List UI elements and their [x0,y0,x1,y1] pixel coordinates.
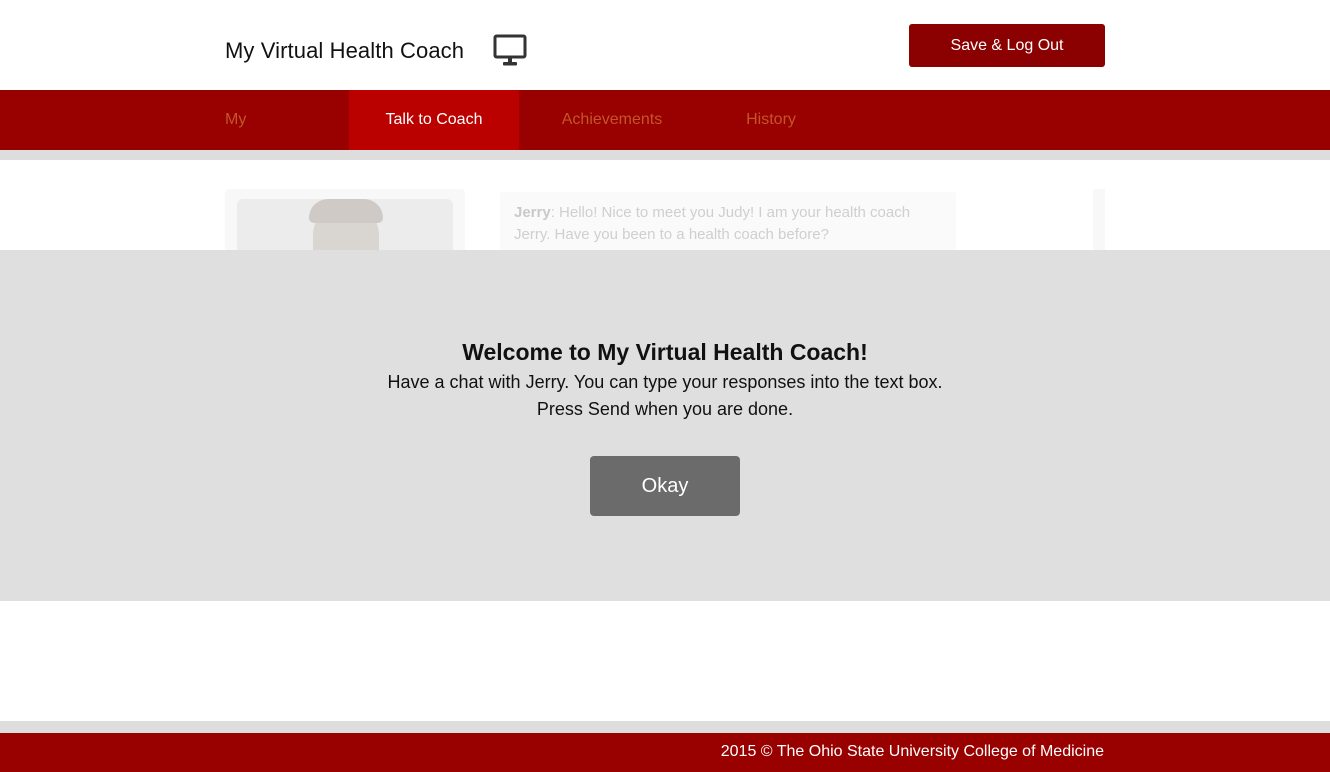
header: My Virtual Health Coach Save & Log Out [0,0,1330,90]
avatar-hair [309,199,383,223]
coach-card [225,189,465,259]
monitor-icon [493,34,527,66]
side-panel [1093,189,1105,259]
copyright-text: 2015 © The Ohio State University College… [720,743,1104,760]
chat-message: Jerry: Hello! Nice to meet you Judy! I a… [500,192,956,250]
modal-text-line-2: Press Send when you are done. [536,399,794,419]
tab-history[interactable]: History [740,90,802,150]
chat-speaker: Jerry [514,204,551,221]
app-title: My Virtual Health Coach [225,38,465,63]
nav-divider [0,150,1330,160]
welcome-modal: Welcome to My Virtual Health Coach! Have… [0,250,1330,601]
chat-message-text: : Hello! Nice to meet you Judy! I am you… [514,204,911,243]
nav-bar: My Profile Talk to Coach Achievements Hi… [0,90,1330,188]
tab-talk-to-coach[interactable]: Talk to Coach [349,90,519,150]
footer: 2015 © The Ohio State University College… [0,733,1330,772]
modal-text-line-1: Have a chat with Jerry. You can type you… [387,372,943,392]
tab-achievements[interactable]: Achievements [556,90,668,150]
okay-button[interactable]: Okay [590,456,740,516]
save-logout-button[interactable]: Save & Log Out [909,24,1105,67]
tab-my-profile[interactable]: My Profile [225,90,295,188]
modal-title: Welcome to My Virtual Health Coach! [462,339,868,365]
footer-divider [0,721,1330,733]
